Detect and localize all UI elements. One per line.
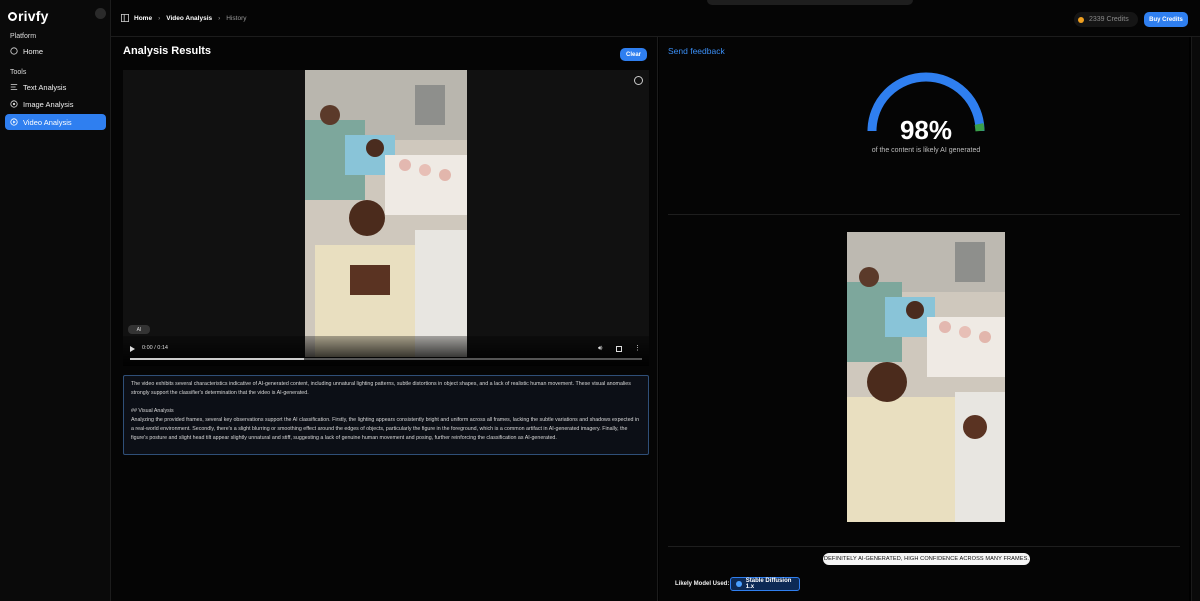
- breadcrumb: Home › Video Analysis › History: [121, 14, 253, 22]
- sidebar-item-text-analysis[interactable]: Text Analysis: [5, 79, 106, 95]
- clear-button[interactable]: Clear: [620, 48, 647, 61]
- app-logo[interactable]: rivfy: [8, 8, 49, 24]
- coin-icon: [1078, 16, 1084, 23]
- divider: [668, 546, 1180, 547]
- divider: [668, 214, 1180, 215]
- analysis-summary: The video exhibits several characteristi…: [131, 381, 631, 396]
- sidebar-item-label: Image Analysis: [23, 99, 74, 109]
- chevron-right-icon: ›: [158, 14, 161, 22]
- analysis-text-box: The video exhibits several characteristi…: [123, 375, 649, 455]
- volume-icon[interactable]: 🔊︎: [598, 345, 602, 353]
- top-bar: Home › Video Analysis › History 2339 Cre…: [111, 0, 1200, 37]
- video-controls: 0:00 / 0:14 🔊︎ ⋮: [123, 336, 649, 366]
- scrollbar[interactable]: [1191, 37, 1200, 601]
- text-icon: [10, 84, 18, 90]
- image-icon: [10, 100, 18, 108]
- sidebar-item-label: Video Analysis: [23, 117, 72, 127]
- analysis-heading: ## Visual Analysis: [131, 408, 174, 414]
- sidebar: rivfy Platform Home Tools Text Analysis …: [0, 0, 111, 601]
- buy-credits-button[interactable]: Buy Credits: [1144, 12, 1188, 27]
- model-name: Stable Diffusion 1.x: [745, 578, 792, 590]
- model-tag[interactable]: Stable Diffusion 1.x: [730, 577, 800, 591]
- sidebar-item-image-analysis[interactable]: Image Analysis: [5, 96, 106, 112]
- video-thumbnail: [847, 232, 1005, 522]
- page-title: Analysis Results: [123, 45, 212, 57]
- video-player[interactable]: AI 0:00 / 0:14 🔊︎ ⋮: [123, 70, 649, 366]
- analysis-panel: Analysis Results Clear AI 0:00 / 0:14 🔊︎…: [111, 37, 658, 601]
- breadcrumb-home[interactable]: Home: [134, 15, 152, 22]
- home-icon: [10, 47, 18, 55]
- model-icon: [736, 581, 742, 587]
- verdict-badge: DEFINITELY AI-GENERATED, HIGH CONFIDENCE…: [823, 553, 1030, 565]
- more-options-icon[interactable]: ⋮: [634, 344, 641, 352]
- sidebar-item-home[interactable]: Home: [5, 43, 106, 59]
- result-panel: Send feedback 98% of the content is like…: [659, 37, 1189, 601]
- video-time: 0:00 / 0:14: [142, 345, 168, 351]
- ai-badge-label: AI: [136, 326, 142, 333]
- section-label-tools: Tools: [10, 69, 27, 76]
- video-frame: [305, 70, 467, 357]
- sidebar-item-label: Home: [23, 46, 44, 56]
- breadcrumb-video-analysis[interactable]: Video Analysis: [166, 15, 212, 22]
- fullscreen-icon[interactable]: [616, 346, 622, 352]
- video-progress-bar[interactable]: [130, 358, 642, 360]
- chevron-right-icon: ›: [218, 14, 221, 22]
- settings-icon[interactable]: [634, 76, 643, 85]
- model-label: Likely Model Used:: [675, 581, 730, 587]
- analysis-body: Analyzing the provided frames, several k…: [131, 417, 640, 441]
- sidebar-toggle-icon[interactable]: [121, 14, 129, 22]
- sidebar-item-label: Text Analysis: [23, 82, 67, 92]
- credits-badge: 2339 Credits: [1074, 12, 1138, 27]
- gauge-caption: of the content is likely AI generated: [871, 147, 981, 154]
- sidebar-item-video-analysis[interactable]: Video Analysis: [5, 114, 106, 130]
- theme-toggle-icon[interactable]: [95, 8, 106, 19]
- section-label-platform: Platform: [10, 33, 37, 40]
- send-feedback-link[interactable]: Send feedback: [668, 46, 725, 56]
- video-icon: [10, 118, 18, 126]
- play-icon[interactable]: [130, 346, 135, 352]
- top-notch: [707, 0, 913, 5]
- ai-badge: AI: [128, 325, 150, 334]
- logo-text: rivfy: [18, 8, 49, 24]
- breadcrumb-history[interactable]: History: [226, 15, 246, 22]
- credits-text: 2339 Credits: [1089, 16, 1129, 23]
- video-progress-fill: [130, 358, 305, 360]
- ai-percentage: 98%: [899, 115, 953, 145]
